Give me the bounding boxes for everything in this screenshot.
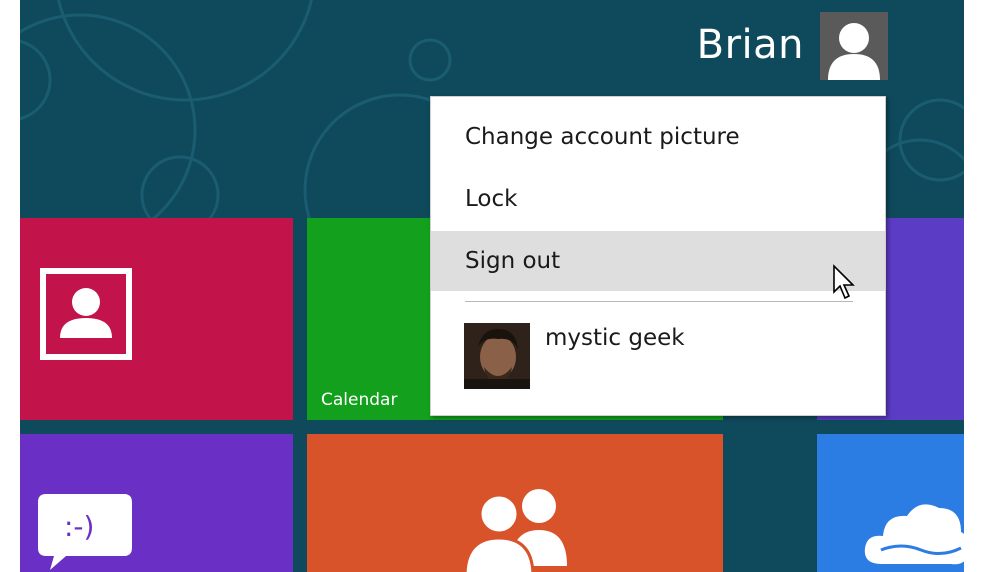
- menu-item-label: Lock: [465, 186, 518, 212]
- svg-text::-): :-): [64, 510, 94, 543]
- user-photo: [464, 323, 530, 389]
- user-silhouette-icon: [828, 23, 880, 80]
- frame-edge: [964, 0, 1000, 572]
- mouse-cursor-icon: [833, 264, 855, 300]
- cloud-icon: [864, 504, 964, 565]
- menu-item-lock[interactable]: Lock: [431, 169, 885, 229]
- smiley-speech-bubble-icon: :-): [38, 494, 132, 570]
- menu-divider: [465, 301, 853, 302]
- user-avatar[interactable]: [820, 12, 888, 80]
- menu-item-label: Change account picture: [465, 124, 740, 150]
- tile-messaging[interactable]: :-): [20, 434, 293, 572]
- tile-calendar-label: Calendar: [321, 390, 398, 410]
- user-name[interactable]: Brian: [697, 22, 804, 68]
- menu-item-change-account-picture[interactable]: Change account picture: [431, 107, 885, 167]
- tile-photos[interactable]: [20, 218, 293, 420]
- other-account-name: mystic geek: [545, 325, 685, 351]
- menu-item-label: Sign out: [465, 248, 561, 274]
- tile-skydrive[interactable]: [817, 434, 964, 572]
- switch-account-mystic-geek[interactable]: mystic geek: [461, 323, 861, 393]
- people-icon: [463, 489, 567, 572]
- menu-item-sign-out[interactable]: Sign out: [431, 231, 885, 291]
- account-menu: Change account picture Lock Sign out mys…: [430, 96, 886, 416]
- tile-people[interactable]: [307, 434, 723, 572]
- picture-frame-person-icon: [40, 268, 132, 360]
